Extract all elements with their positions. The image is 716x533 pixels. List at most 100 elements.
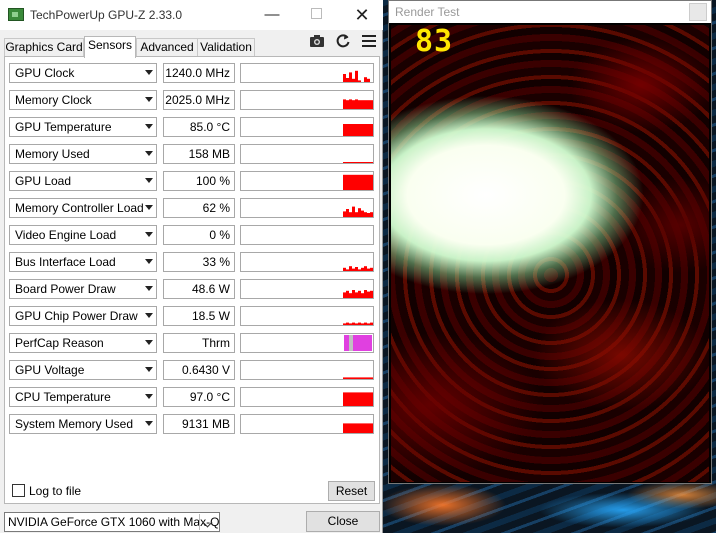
sensor-name-dropdown[interactable]: PerfCap Reason [9,333,157,353]
refresh-icon[interactable] [334,32,352,50]
sensor-row: GPU Load 100 % [9,171,374,193]
graph-bar [343,162,346,163]
graph-bar [352,322,355,325]
graph-bar [367,124,370,136]
graph-bar [364,100,367,109]
graph-bar [349,423,352,433]
sensor-graph-svg [343,290,373,298]
sensor-row: PerfCap Reason Thrm [9,333,374,355]
maximize-button[interactable] [302,4,330,26]
sensor-graph [240,90,374,110]
graph-bar [358,269,361,271]
sensor-name-dropdown[interactable]: Bus Interface Load [9,252,157,272]
tab-graphics-card[interactable]: Graphics Card [4,38,84,57]
log-to-file-checkbox[interactable] [12,484,25,497]
graph-bar [361,174,364,190]
graph-bar [370,322,373,325]
sensor-graph-svg [343,206,373,217]
graph-bar [370,377,373,379]
sensor-graph-svg [343,322,373,325]
render-close-icon[interactable] [689,3,707,21]
sensor-graph [240,252,374,272]
sensor-value: 158 MB [163,144,235,164]
graph-bar [349,377,352,379]
dropdown-arrow-icon[interactable] [145,124,153,129]
tab-validation[interactable]: Validation [197,38,255,57]
sensor-name-dropdown[interactable]: GPU Chip Power Draw [9,306,157,326]
sensor-name-dropdown[interactable]: GPU Clock [9,63,157,83]
title-bar[interactable]: TechPowerUp GPU-Z 2.33.0 — ✕ [0,0,383,30]
graph-bar [343,74,346,82]
graph-bar [355,70,358,82]
graph-bar [352,78,355,82]
sensor-name-dropdown[interactable]: Video Engine Load [9,225,157,245]
graph-bar [370,290,373,298]
graph-bar [343,377,346,379]
graph-bar [358,392,361,406]
close-icon[interactable]: ✕ [348,4,376,26]
sensor-name-dropdown[interactable]: System Memory Used [9,414,157,434]
dropdown-arrow-icon[interactable] [145,259,153,264]
tab-sensors[interactable]: Sensors [84,36,136,58]
graph-bar [358,162,361,163]
graph-bar [364,212,367,217]
dropdown-arrow-icon[interactable] [145,421,153,426]
dropdown-arrow-icon[interactable] [145,340,153,345]
graph-bar [352,206,355,217]
graph-bar [355,212,358,217]
sensor-graph-svg [343,162,373,163]
graph-bar [349,293,352,298]
graph-bar [367,78,370,82]
sensor-name-dropdown[interactable]: CPU Temperature [9,387,157,407]
perfcap-bar [344,335,372,351]
sensor-graph [240,198,374,218]
graph-bar [349,212,352,217]
dropdown-arrow-icon[interactable] [145,178,153,183]
dropdown-arrow-icon[interactable] [145,97,153,102]
graph-bar [370,162,373,163]
sensor-graph-svg [343,392,373,406]
graph-bar [346,377,349,379]
sensor-graph [240,171,374,191]
sensor-name-dropdown[interactable]: GPU Temperature [9,117,157,137]
sensor-name-dropdown[interactable]: GPU Voltage [9,360,157,380]
render-title-bar[interactable]: Render Test [389,1,711,23]
sensor-value: 2025.0 MHz [163,90,235,110]
graph-bar [364,266,367,271]
graph-bar [346,78,349,82]
dropdown-arrow-icon[interactable] [145,232,153,237]
dropdown-arrow-icon[interactable] [145,286,153,291]
sensor-graph [240,333,374,353]
sensor-row: GPU Voltage 0.6430 V [9,360,374,382]
dropdown-arrow-icon[interactable] [145,367,153,372]
sensor-name-dropdown[interactable]: Memory Used [9,144,157,164]
minimize-button[interactable]: — [258,4,286,26]
close-button[interactable]: Close [306,511,380,532]
camera-icon[interactable] [308,32,326,50]
menu-icon[interactable] [360,32,378,50]
graph-bar [343,174,346,190]
sensor-graph-svg [343,124,373,136]
graph-bar [364,174,367,190]
sensor-name-dropdown[interactable]: Memory Clock [9,90,157,110]
graph-bar [361,392,364,406]
dropdown-arrow-icon[interactable] [145,394,153,399]
reset-button[interactable]: Reset [328,481,375,501]
sensor-row: Memory Used 158 MB [9,144,374,166]
gpu-select[interactable]: NVIDIA GeForce GTX 1060 with Max-Q [4,512,220,532]
tab-advanced[interactable]: Advanced [136,38,198,57]
window-title: TechPowerUp GPU-Z 2.33.0 [30,8,183,22]
sensor-graph-svg [241,226,373,244]
sensor-graph-svg [343,423,373,433]
sensor-name-dropdown[interactable]: GPU Load [9,171,157,191]
sensor-name-dropdown[interactable]: Memory Controller Load [9,198,157,218]
dropdown-arrow-icon[interactable] [145,205,153,210]
graph-bar [355,292,358,298]
sensor-name-dropdown[interactable]: Board Power Draw [9,279,157,299]
graph-bar [352,377,355,379]
graph-bar [352,124,355,136]
dropdown-arrow-icon[interactable] [145,70,153,75]
dropdown-arrow-icon[interactable] [145,151,153,156]
graph-bar [346,209,349,217]
dropdown-arrow-icon[interactable] [145,313,153,318]
